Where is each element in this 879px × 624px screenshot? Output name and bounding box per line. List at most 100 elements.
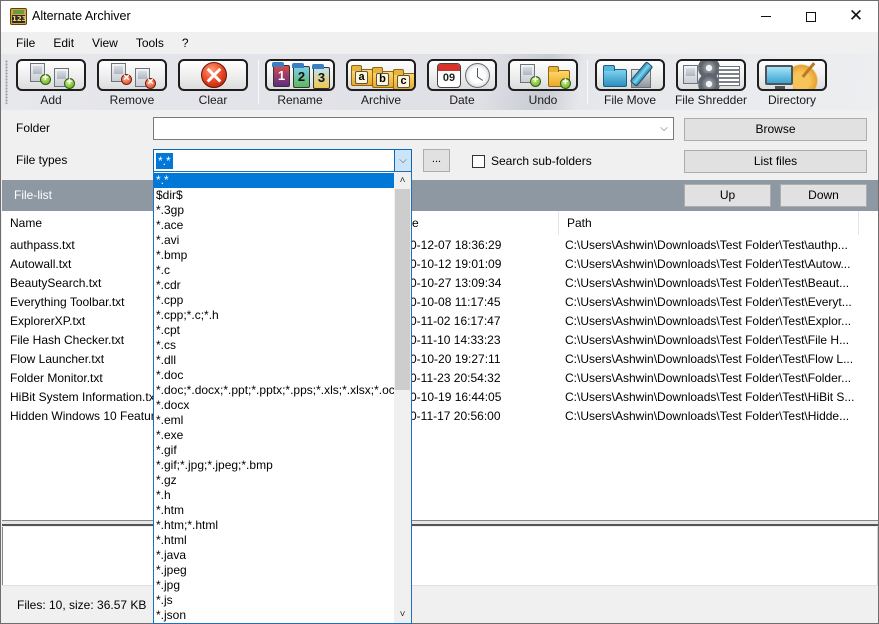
folder-combobox[interactable]: ⌵ <box>153 117 674 140</box>
dropdown-option[interactable]: *.gz <box>154 473 395 488</box>
table-row[interactable]: BeautySearch.txt 0-10-27 13:09:34 C:\Users… <box>2 274 862 293</box>
clock-icon <box>465 63 490 88</box>
directory-button[interactable]: Directory <box>755 58 829 108</box>
chevron-down-icon[interactable]: ⌵ <box>394 150 411 171</box>
dropdown-option[interactable]: *.h <box>154 488 395 503</box>
file-move-icon <box>595 59 665 91</box>
chevron-down-icon[interactable]: ⌵ <box>655 118 673 139</box>
cell-path: C:\Users\Ashwin\Downloads\Test Folder\Te… <box>565 333 850 347</box>
dropdown-option[interactable]: *.gif <box>154 443 395 458</box>
dropdown-option[interactable]: *.html <box>154 533 395 548</box>
file-move-button[interactable]: File Move <box>593 58 667 108</box>
dropdown-option[interactable]: *.gif;*.jpg;*.jpeg;*.bmp <box>154 458 395 473</box>
menu-file[interactable]: File <box>7 33 44 53</box>
search-subfolders-checkbox[interactable] <box>472 155 485 168</box>
dropdown-option[interactable]: *.doc <box>154 368 395 383</box>
pane-splitter[interactable] <box>2 521 878 526</box>
cell-path: C:\Users\Ashwin\Downloads\Test Folder\Te… <box>565 276 850 290</box>
add-files-icon <box>16 59 86 91</box>
dropdown-option[interactable]: *.3gp <box>154 203 395 218</box>
file-types-edit-button[interactable]: ... <box>423 149 450 172</box>
scroll-down-icon[interactable]: ˅ <box>394 606 411 623</box>
file-types-value[interactable]: *.* <box>156 153 173 169</box>
dropdown-option[interactable]: *.cpp;*.c;*.h <box>154 308 395 323</box>
file-move-label: File Move <box>603 93 656 107</box>
undo-button[interactable]: Undo <box>506 58 580 108</box>
dropdown-option[interactable]: *.avi <box>154 233 395 248</box>
dropdown-option[interactable]: *.htm <box>154 503 395 518</box>
down-button[interactable]: Down <box>780 184 867 207</box>
undo-icon <box>508 59 578 91</box>
add-label: Add <box>40 93 62 107</box>
dropdown-option[interactable]: *.htm;*.html <box>154 518 395 533</box>
maximize-button[interactable] <box>788 1 834 32</box>
table-row[interactable]: ExplorerXP.txt 0-11-02 16:17:47 C:\Users\A… <box>2 312 862 331</box>
rename-button[interactable]: 1 2 3 Rename <box>263 58 337 108</box>
dropdown-option[interactable]: *.jpg <box>154 578 395 593</box>
table-row[interactable]: File Hash Checker.txt 0-11-10 14:33:23 C:\… <box>2 331 862 350</box>
dropdown-option[interactable]: *.doc;*.docx;*.ppt;*.pptx;*.pps;*.xls;*.… <box>154 383 395 398</box>
dropdown-option[interactable]: *.cs <box>154 338 395 353</box>
clear-icon <box>178 59 248 91</box>
dropdown-option[interactable]: *.bmp <box>154 248 395 263</box>
cell-date: 0-11-02 16:17:47 <box>410 314 501 328</box>
dropdown-option[interactable]: *.eml <box>154 413 395 428</box>
column-header-date[interactable]: e <box>404 211 559 235</box>
search-subfolders-label[interactable]: Search sub-folders <box>491 154 592 168</box>
dropdown-scrollbar[interactable]: ˄ ˅ <box>394 172 411 623</box>
clear-button[interactable]: Clear <box>176 58 250 108</box>
remove-files-icon <box>97 59 167 91</box>
table-row[interactable]: Autowall.txt 0-10-12 19:01:09 C:\Users\Ash… <box>2 255 862 274</box>
dropdown-option[interactable]: $dir$ <box>154 188 395 203</box>
dropdown-option[interactable]: *.dll <box>154 353 395 368</box>
date-icon: 09 <box>427 59 497 91</box>
dropdown-option[interactable]: *.cdr <box>154 278 395 293</box>
close-button[interactable]: ✕ <box>833 1 879 32</box>
dropdown-option[interactable]: *.cpt <box>154 323 395 338</box>
rename-icon: 1 2 3 <box>265 59 335 91</box>
directory-icon <box>757 59 827 91</box>
archive-button[interactable]: a b c Archive <box>344 58 418 108</box>
app-icon: 123 <box>10 8 27 25</box>
broom-icon <box>793 61 821 89</box>
scrollbar-thumb[interactable] <box>395 189 410 390</box>
dropdown-option[interactable]: *.js <box>154 593 395 608</box>
dropdown-option[interactable]: *.java <box>154 548 395 563</box>
dropdown-option[interactable]: *.c <box>154 263 395 278</box>
cell-date: 0-10-12 19:01:09 <box>410 257 502 271</box>
app-window: 123 Alternate Archiver ✕ File Edit View … <box>0 0 879 624</box>
file-shredder-button[interactable]: File Shredder <box>674 58 748 108</box>
table-row[interactable]: Flow Launcher.txt 0-10-20 19:27:11 C:\User… <box>2 350 862 369</box>
file-types-combobox[interactable]: *.* ⌵ <box>153 149 412 172</box>
table-row[interactable]: Everything Toolbar.txt 0-10-08 11:17:45 C:… <box>2 293 862 312</box>
dropdown-option[interactable]: *.* <box>154 173 395 188</box>
dropdown-option[interactable]: *.json <box>154 608 395 623</box>
list-files-button[interactable]: List files <box>684 150 867 173</box>
menu-help[interactable]: ? <box>173 33 198 53</box>
menu-view[interactable]: View <box>83 33 127 53</box>
minimize-button[interactable] <box>743 1 789 32</box>
menu-tools[interactable]: Tools <box>127 33 173 53</box>
table-row[interactable]: authpass.txt 0-12-07 18:36:29 C:\Users\Ash… <box>2 236 862 255</box>
menu-edit[interactable]: Edit <box>44 33 83 53</box>
file-list-header: File-list Up Down <box>2 180 878 211</box>
folder-input[interactable] <box>157 120 647 137</box>
add-button[interactable]: Add <box>14 58 88 108</box>
dropdown-option[interactable]: *.exe <box>154 428 395 443</box>
dropdown-option[interactable]: *.cpp <box>154 293 395 308</box>
remove-button[interactable]: Remove <box>95 58 169 108</box>
monitor-icon <box>765 65 793 89</box>
dropdown-option[interactable]: *.jpeg <box>154 563 395 578</box>
dropdown-option[interactable]: *.ace <box>154 218 395 233</box>
table-row[interactable]: Folder Monitor.txt 0-11-23 20:54:32 C:\Use… <box>2 369 862 388</box>
column-header-path[interactable]: Path <box>559 211 859 235</box>
up-button[interactable]: Up <box>684 184 771 207</box>
dropdown-option[interactable]: *.docx <box>154 398 395 413</box>
scroll-up-icon[interactable]: ˄ <box>394 172 411 189</box>
table-row[interactable]: HiBit System Information.tx 0-10-19 16:44… <box>2 388 862 407</box>
cell-path: C:\Users\Ashwin\Downloads\Test Folder\Te… <box>565 371 852 385</box>
table-row[interactable]: Hidden Windows 10 Featur 0-11-17 20:56:00… <box>2 407 862 426</box>
browse-button[interactable]: Browse <box>684 118 867 141</box>
file-types-label: File types <box>16 153 68 167</box>
date-button[interactable]: 09 Date <box>425 58 499 108</box>
